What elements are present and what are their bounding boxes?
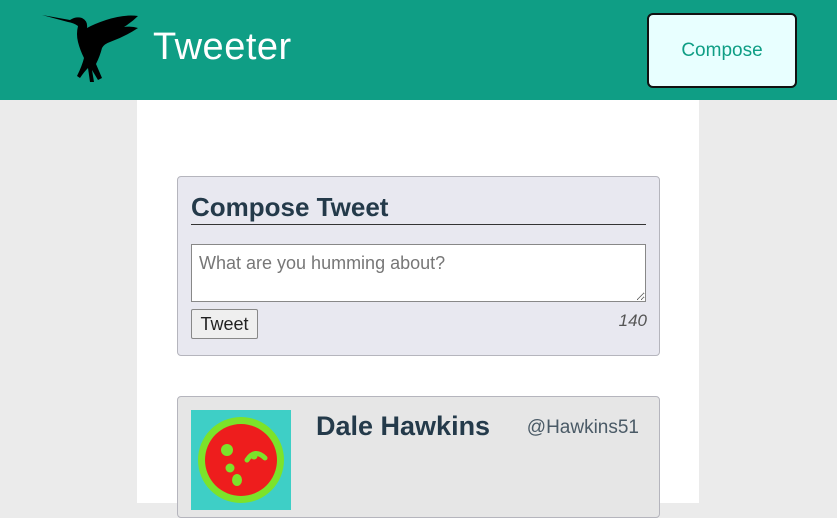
tweet-button[interactable]: Tweet xyxy=(191,309,258,339)
tweet-input[interactable] xyxy=(191,244,646,302)
tweet-author-name: Dale Hawkins xyxy=(316,411,491,441)
tweet-author-handle: @Hawkins51 xyxy=(526,417,639,438)
char-counter: 140 xyxy=(618,311,647,330)
compose-button[interactable]: Compose xyxy=(647,13,797,88)
avatar-face-icon xyxy=(198,417,284,503)
app-title: Tweeter xyxy=(153,26,292,68)
compose-tweet-panel: Compose Tweet Tweet 140 xyxy=(177,176,660,356)
compose-heading: Compose Tweet xyxy=(191,191,646,225)
hummingbird-icon xyxy=(42,15,138,82)
avatar xyxy=(191,410,291,510)
top-nav-bar: Tweeter Compose xyxy=(0,0,837,100)
tweet-card: Dale Hawkins @Hawkins51 xyxy=(177,396,660,518)
